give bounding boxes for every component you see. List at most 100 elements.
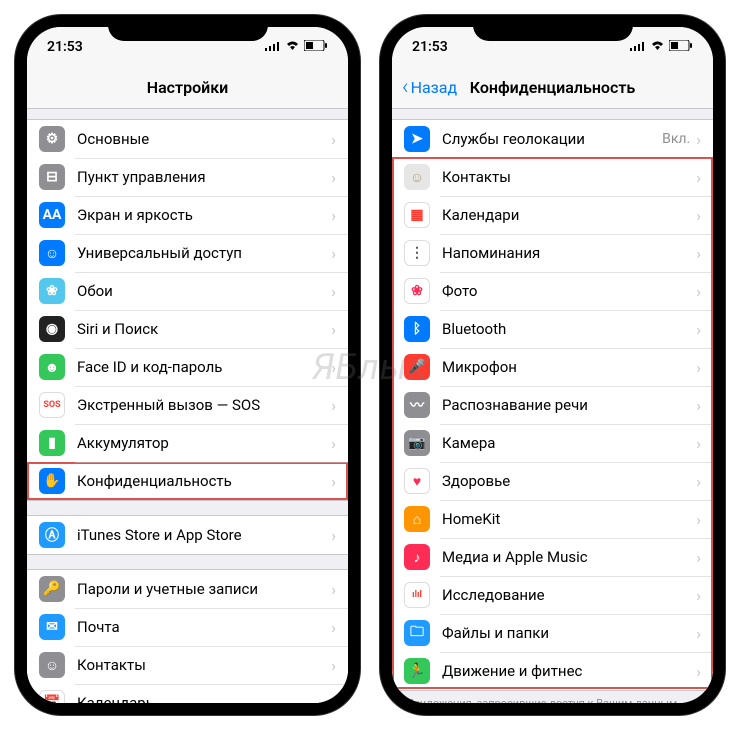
row-label: Распознавание речи bbox=[442, 396, 696, 414]
control-center-icon: ⊟ bbox=[39, 164, 65, 190]
row-faceid[interactable]: ☻Face ID и код-пароль› bbox=[27, 348, 348, 386]
calendar-icon: 📅 bbox=[39, 690, 65, 703]
passwords-icon: 🔑 bbox=[39, 576, 65, 602]
row-label: Микрофон bbox=[442, 358, 696, 376]
chevron-right-icon: › bbox=[331, 206, 336, 225]
chevron-right-icon: › bbox=[331, 434, 336, 453]
chevron-left-icon: ‹ bbox=[402, 77, 409, 99]
media-icon: ♪ bbox=[404, 544, 430, 570]
row-siri[interactable]: ◉Siri и Поиск› bbox=[27, 310, 348, 348]
chevron-right-icon: › bbox=[696, 320, 701, 339]
chevron-right-icon: › bbox=[696, 472, 701, 491]
row-label: Экран и яркость bbox=[77, 206, 331, 224]
wifi-icon bbox=[285, 39, 300, 55]
privacy-list[interactable]: ➤Службы геолокацииВкл.›☺Контакты›▦Календ… bbox=[392, 109, 713, 703]
row-research[interactable]: ılılИсследование› bbox=[392, 576, 713, 614]
row-calendars[interactable]: ▦ Календари› bbox=[392, 196, 713, 234]
back-button[interactable]: ‹ Назад bbox=[402, 77, 457, 99]
row-label: Календарь bbox=[77, 694, 331, 703]
row-homekit[interactable]: ⌂HomeKit› bbox=[392, 500, 713, 538]
row-sos[interactable]: SOSЭкстренный вызов — SOS› bbox=[27, 386, 348, 424]
row-label: Календари bbox=[442, 206, 696, 224]
signal-icon bbox=[630, 39, 646, 55]
chevron-right-icon: › bbox=[696, 130, 701, 149]
row-label: Конфиденциальность bbox=[77, 472, 331, 490]
row-label: Основные bbox=[77, 130, 331, 148]
speech-icon: 〰 bbox=[404, 392, 430, 418]
row-label: Пункт управления bbox=[77, 168, 331, 186]
row-label: Контакты bbox=[442, 168, 696, 186]
row-label: Службы геолокации bbox=[442, 130, 662, 148]
row-label: HomeKit bbox=[442, 510, 696, 528]
row-camera[interactable]: 📷Камера› bbox=[392, 424, 713, 462]
status-time: 21:53 bbox=[412, 39, 448, 55]
status-time: 21:53 bbox=[47, 39, 83, 55]
chevron-right-icon: › bbox=[696, 586, 701, 605]
row-label: Контакты bbox=[77, 656, 331, 674]
row-photos[interactable]: ❀Фото› bbox=[392, 272, 713, 310]
row-passwords[interactable]: 🔑Пароли и учетные записи› bbox=[27, 570, 348, 608]
chevron-right-icon: › bbox=[696, 206, 701, 225]
row-bluetooth[interactable]: ᛒ Bluetooth› bbox=[392, 310, 713, 348]
chevron-right-icon: › bbox=[331, 168, 336, 187]
row-mail[interactable]: ✉Почта› bbox=[27, 608, 348, 646]
chevron-right-icon: › bbox=[696, 434, 701, 453]
row-label: Здоровье bbox=[442, 472, 696, 490]
chevron-right-icon: › bbox=[696, 662, 701, 681]
row-location[interactable]: ➤Службы геолокацииВкл.› bbox=[392, 120, 713, 158]
sos-icon: SOS bbox=[39, 392, 65, 418]
row-reminders[interactable]: ⋮Напоминания› bbox=[392, 234, 713, 272]
chevron-right-icon: › bbox=[331, 358, 336, 377]
row-itunes[interactable]: ⒶiTunes Store и App Store› bbox=[27, 516, 348, 554]
mail-icon: ✉ bbox=[39, 614, 65, 640]
row-health[interactable]: ♥ Здоровье› bbox=[392, 462, 713, 500]
row-contacts[interactable]: ☺ Контакты› bbox=[27, 646, 348, 684]
row-wallpaper[interactable]: ❀Обои› bbox=[27, 272, 348, 310]
chevron-right-icon: › bbox=[696, 358, 701, 377]
chevron-right-icon: › bbox=[331, 472, 336, 491]
header: ‹ Назад Конфиденциальность bbox=[392, 67, 713, 109]
row-label: Аккумулятор bbox=[77, 434, 331, 452]
row-label: Обои bbox=[77, 282, 331, 300]
itunes-icon: Ⓐ bbox=[39, 522, 65, 548]
microphone-icon: 🎤 bbox=[404, 354, 430, 380]
row-battery[interactable]: ▮ Аккумулятор› bbox=[27, 424, 348, 462]
row-label: Экстренный вызов — SOS bbox=[77, 396, 331, 414]
row-contacts[interactable]: ☺ Контакты› bbox=[392, 158, 713, 196]
calendars-icon: ▦ bbox=[404, 202, 430, 228]
motion-icon: 🏃 bbox=[404, 658, 430, 684]
chevron-right-icon: › bbox=[331, 656, 336, 675]
bluetooth-icon: ᛒ bbox=[404, 316, 430, 342]
row-media[interactable]: ♪Медиа и Apple Music› bbox=[392, 538, 713, 576]
row-label: Файлы и папки bbox=[442, 624, 696, 642]
row-label: Универсальный доступ bbox=[77, 244, 331, 262]
health-icon: ♥ bbox=[404, 468, 430, 494]
row-microphone[interactable]: 🎤 Микрофон› bbox=[392, 348, 713, 386]
privacy-icon: ✋ bbox=[39, 468, 65, 494]
row-label: Bluetooth bbox=[442, 320, 696, 338]
row-label: Пароли и учетные записи bbox=[77, 580, 331, 598]
row-privacy[interactable]: ✋ Конфиденциальность› bbox=[27, 462, 348, 500]
screen-right: 21:53 ‹ Назад Конфиденциальность ➤Слу bbox=[392, 27, 713, 703]
notch bbox=[108, 15, 268, 41]
contacts-icon: ☺ bbox=[39, 652, 65, 678]
row-control-center[interactable]: ⊟ Пункт управления› bbox=[27, 158, 348, 196]
row-calendar[interactable]: 📅Календарь› bbox=[27, 684, 348, 703]
chevron-right-icon: › bbox=[331, 320, 336, 339]
chevron-right-icon: › bbox=[696, 168, 701, 187]
page-title: Конфиденциальность bbox=[470, 78, 636, 97]
battery-icon: ▮ bbox=[39, 430, 65, 456]
row-speech[interactable]: 〰Распознавание речи› bbox=[392, 386, 713, 424]
settings-list[interactable]: ⚙Основные›⊟Пункт управления›AAЭкран и яр… bbox=[27, 109, 348, 703]
row-accessibility[interactable]: ☺Универсальный доступ› bbox=[27, 234, 348, 272]
row-files[interactable]: 🗀Файлы и папки› bbox=[392, 614, 713, 652]
chevron-right-icon: › bbox=[696, 282, 701, 301]
reminders-icon: ⋮ bbox=[404, 240, 430, 266]
row-display[interactable]: AAЭкран и яркость› bbox=[27, 196, 348, 234]
row-motion[interactable]: 🏃Движение и фитнес› bbox=[392, 652, 713, 690]
row-label: iTunes Store и App Store bbox=[77, 526, 331, 544]
row-label: Медиа и Apple Music bbox=[442, 548, 696, 566]
row-general[interactable]: ⚙Основные› bbox=[27, 120, 348, 158]
contacts-icon: ☺ bbox=[404, 164, 430, 190]
chevron-right-icon: › bbox=[696, 244, 701, 263]
